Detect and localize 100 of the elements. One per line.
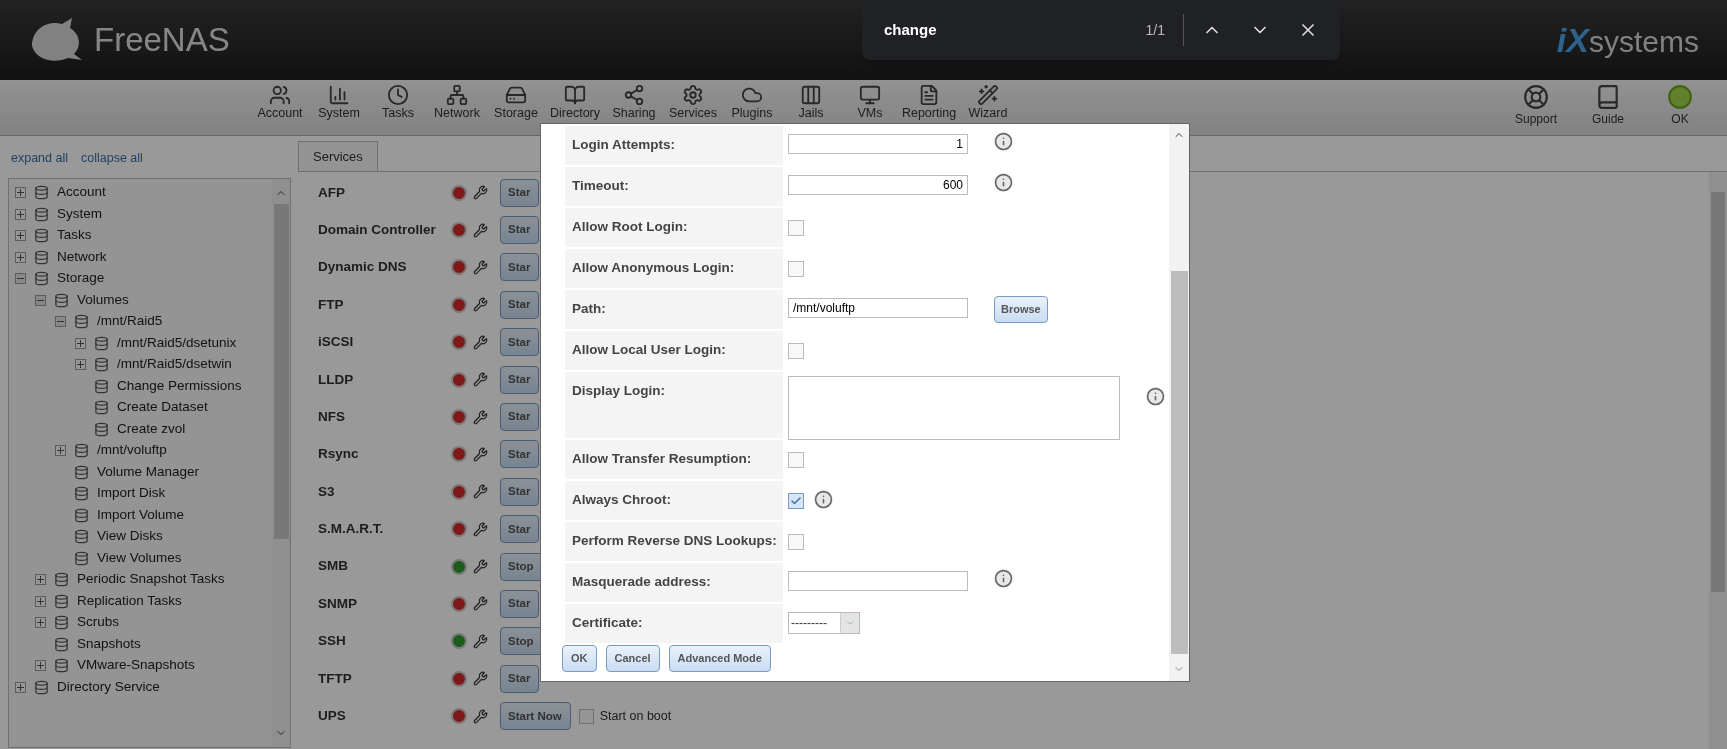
collapse-toggle[interactable]: [35, 294, 46, 306]
service-button[interactable]: Star: [500, 216, 540, 245]
service-button[interactable]: Star: [500, 253, 540, 282]
expand-toggle[interactable]: [75, 337, 86, 349]
text-field[interactable]: [788, 571, 968, 591]
expand-all-link[interactable]: expand all: [11, 149, 68, 168]
service-button[interactable]: Stop: [500, 552, 543, 581]
info-icon[interactable]: [1146, 387, 1165, 406]
tree-item[interactable]: Volume Manager: [97, 461, 200, 483]
wrench-icon[interactable]: [473, 409, 488, 425]
checkbox[interactable]: [788, 220, 804, 236]
toolbar-button[interactable]: Support: [1511, 84, 1561, 128]
info-icon[interactable]: [994, 132, 1013, 151]
dialog-button[interactable]: Advanced Mode: [668, 645, 771, 672]
toolbar-button[interactable]: Tasks: [373, 84, 423, 121]
tree-item[interactable]: Network: [57, 246, 107, 268]
tree-item[interactable]: View Disks: [97, 526, 163, 547]
wrench-icon[interactable]: [473, 297, 488, 313]
number-field[interactable]: 1: [788, 134, 968, 154]
tree-item[interactable]: /mnt/Raid5/dsetunix: [117, 332, 237, 354]
tree-item[interactable]: Account: [57, 182, 106, 203]
collapse-all-link[interactable]: collapse all: [81, 149, 143, 168]
checkbox[interactable]: [788, 343, 804, 359]
checkbox[interactable]: [788, 534, 804, 550]
toolbar-button[interactable]: Network: [432, 84, 482, 121]
dialog-button[interactable]: OK: [562, 645, 597, 672]
info-icon[interactable]: [994, 569, 1013, 588]
toolbar-button[interactable]: Storage: [491, 84, 541, 121]
wrench-icon[interactable]: [473, 633, 488, 649]
certificate-select[interactable]: ---------: [788, 612, 860, 634]
toolbar-button[interactable]: Jails: [786, 84, 836, 121]
service-button[interactable]: Start Now: [500, 702, 571, 731]
tree-item[interactable]: Storage: [57, 268, 105, 289]
toolbar-button[interactable]: OK: [1655, 84, 1705, 128]
wrench-icon[interactable]: [473, 708, 488, 724]
service-button[interactable]: Star: [500, 403, 540, 432]
toolbar-button[interactable]: Services: [668, 84, 718, 121]
toolbar-button[interactable]: Wizard: [963, 84, 1013, 121]
toolbar-button[interactable]: Plugins: [727, 84, 777, 121]
toolbar-button[interactable]: Account: [255, 84, 305, 121]
toolbar-button[interactable]: VMs: [845, 84, 895, 121]
wrench-icon[interactable]: [473, 671, 488, 687]
tree-item[interactable]: Volumes: [77, 289, 129, 311]
wrench-icon[interactable]: [473, 446, 488, 462]
wrench-icon[interactable]: [473, 596, 488, 612]
expand-toggle[interactable]: [35, 660, 46, 671]
tree-item[interactable]: Import Volume: [97, 504, 185, 526]
expand-toggle[interactable]: [75, 359, 86, 370]
wrench-icon[interactable]: [473, 222, 488, 238]
service-button[interactable]: Star: [500, 365, 540, 394]
wrench-icon[interactable]: [473, 259, 488, 275]
tab[interactable]: Services: [298, 141, 378, 171]
info-icon[interactable]: [994, 173, 1013, 192]
expand-toggle[interactable]: [35, 617, 46, 628]
wrench-icon[interactable]: [473, 559, 488, 575]
tree-item[interactable]: Directory Service: [57, 676, 160, 698]
browse-button[interactable]: Browse: [994, 296, 1048, 323]
expand-toggle[interactable]: [15, 208, 26, 220]
info-icon[interactable]: [814, 490, 833, 509]
find-field[interactable]: change: [884, 18, 1104, 42]
checkbox[interactable]: [788, 493, 804, 509]
expand-toggle[interactable]: [15, 681, 26, 693]
scrollbar[interactable]: [1169, 124, 1189, 681]
tree-item[interactable]: /mnt/Raid5: [97, 311, 163, 332]
service-button[interactable]: Star: [500, 290, 540, 319]
tree-item[interactable]: Tasks: [57, 225, 92, 246]
wrench-icon[interactable]: [473, 484, 488, 500]
path-field[interactable]: /mnt/voluftp: [788, 298, 968, 318]
service-button[interactable]: Star: [500, 178, 540, 207]
checkbox[interactable]: [578, 708, 594, 724]
expand-toggle[interactable]: [15, 187, 26, 198]
tree-item[interactable]: Change Permissions: [117, 375, 242, 397]
toolbar-button[interactable]: Guide: [1583, 84, 1633, 128]
service-button[interactable]: Star: [500, 664, 540, 693]
checkbox[interactable]: [788, 452, 804, 468]
expand-toggle[interactable]: [35, 595, 46, 607]
tree-item[interactable]: VMware-Snapshots: [77, 655, 195, 676]
expand-toggle[interactable]: [35, 574, 46, 585]
service-button[interactable]: Star: [500, 328, 540, 357]
page-scrollbar[interactable]: [1709, 172, 1727, 749]
tree-item[interactable]: /mnt/Raid5/dsetwin: [117, 354, 232, 375]
number-field[interactable]: 600: [788, 175, 968, 195]
toolbar-button[interactable]: Reporting: [904, 84, 954, 121]
service-button[interactable]: Star: [500, 477, 540, 506]
service-button[interactable]: Star: [500, 590, 540, 618]
wrench-icon[interactable]: [473, 185, 488, 201]
dialog-button[interactable]: Cancel: [605, 645, 660, 672]
toolbar-button[interactable]: Directory: [550, 84, 600, 121]
collapse-toggle[interactable]: [15, 273, 26, 284]
wrench-icon[interactable]: [473, 372, 488, 388]
tree-item[interactable]: Create Dataset: [117, 397, 208, 418]
tree-item[interactable]: Create zvol: [117, 418, 186, 440]
tree-item[interactable]: View Volumes: [97, 547, 182, 569]
service-button[interactable]: Star: [500, 440, 540, 469]
service-button[interactable]: Star: [500, 515, 540, 544]
tree-item[interactable]: /mnt/voluftp: [97, 440, 167, 461]
expand-toggle[interactable]: [55, 445, 66, 456]
tree-item[interactable]: Snapshots: [77, 633, 141, 655]
expand-toggle[interactable]: [15, 251, 26, 263]
checkbox[interactable]: [788, 261, 804, 277]
